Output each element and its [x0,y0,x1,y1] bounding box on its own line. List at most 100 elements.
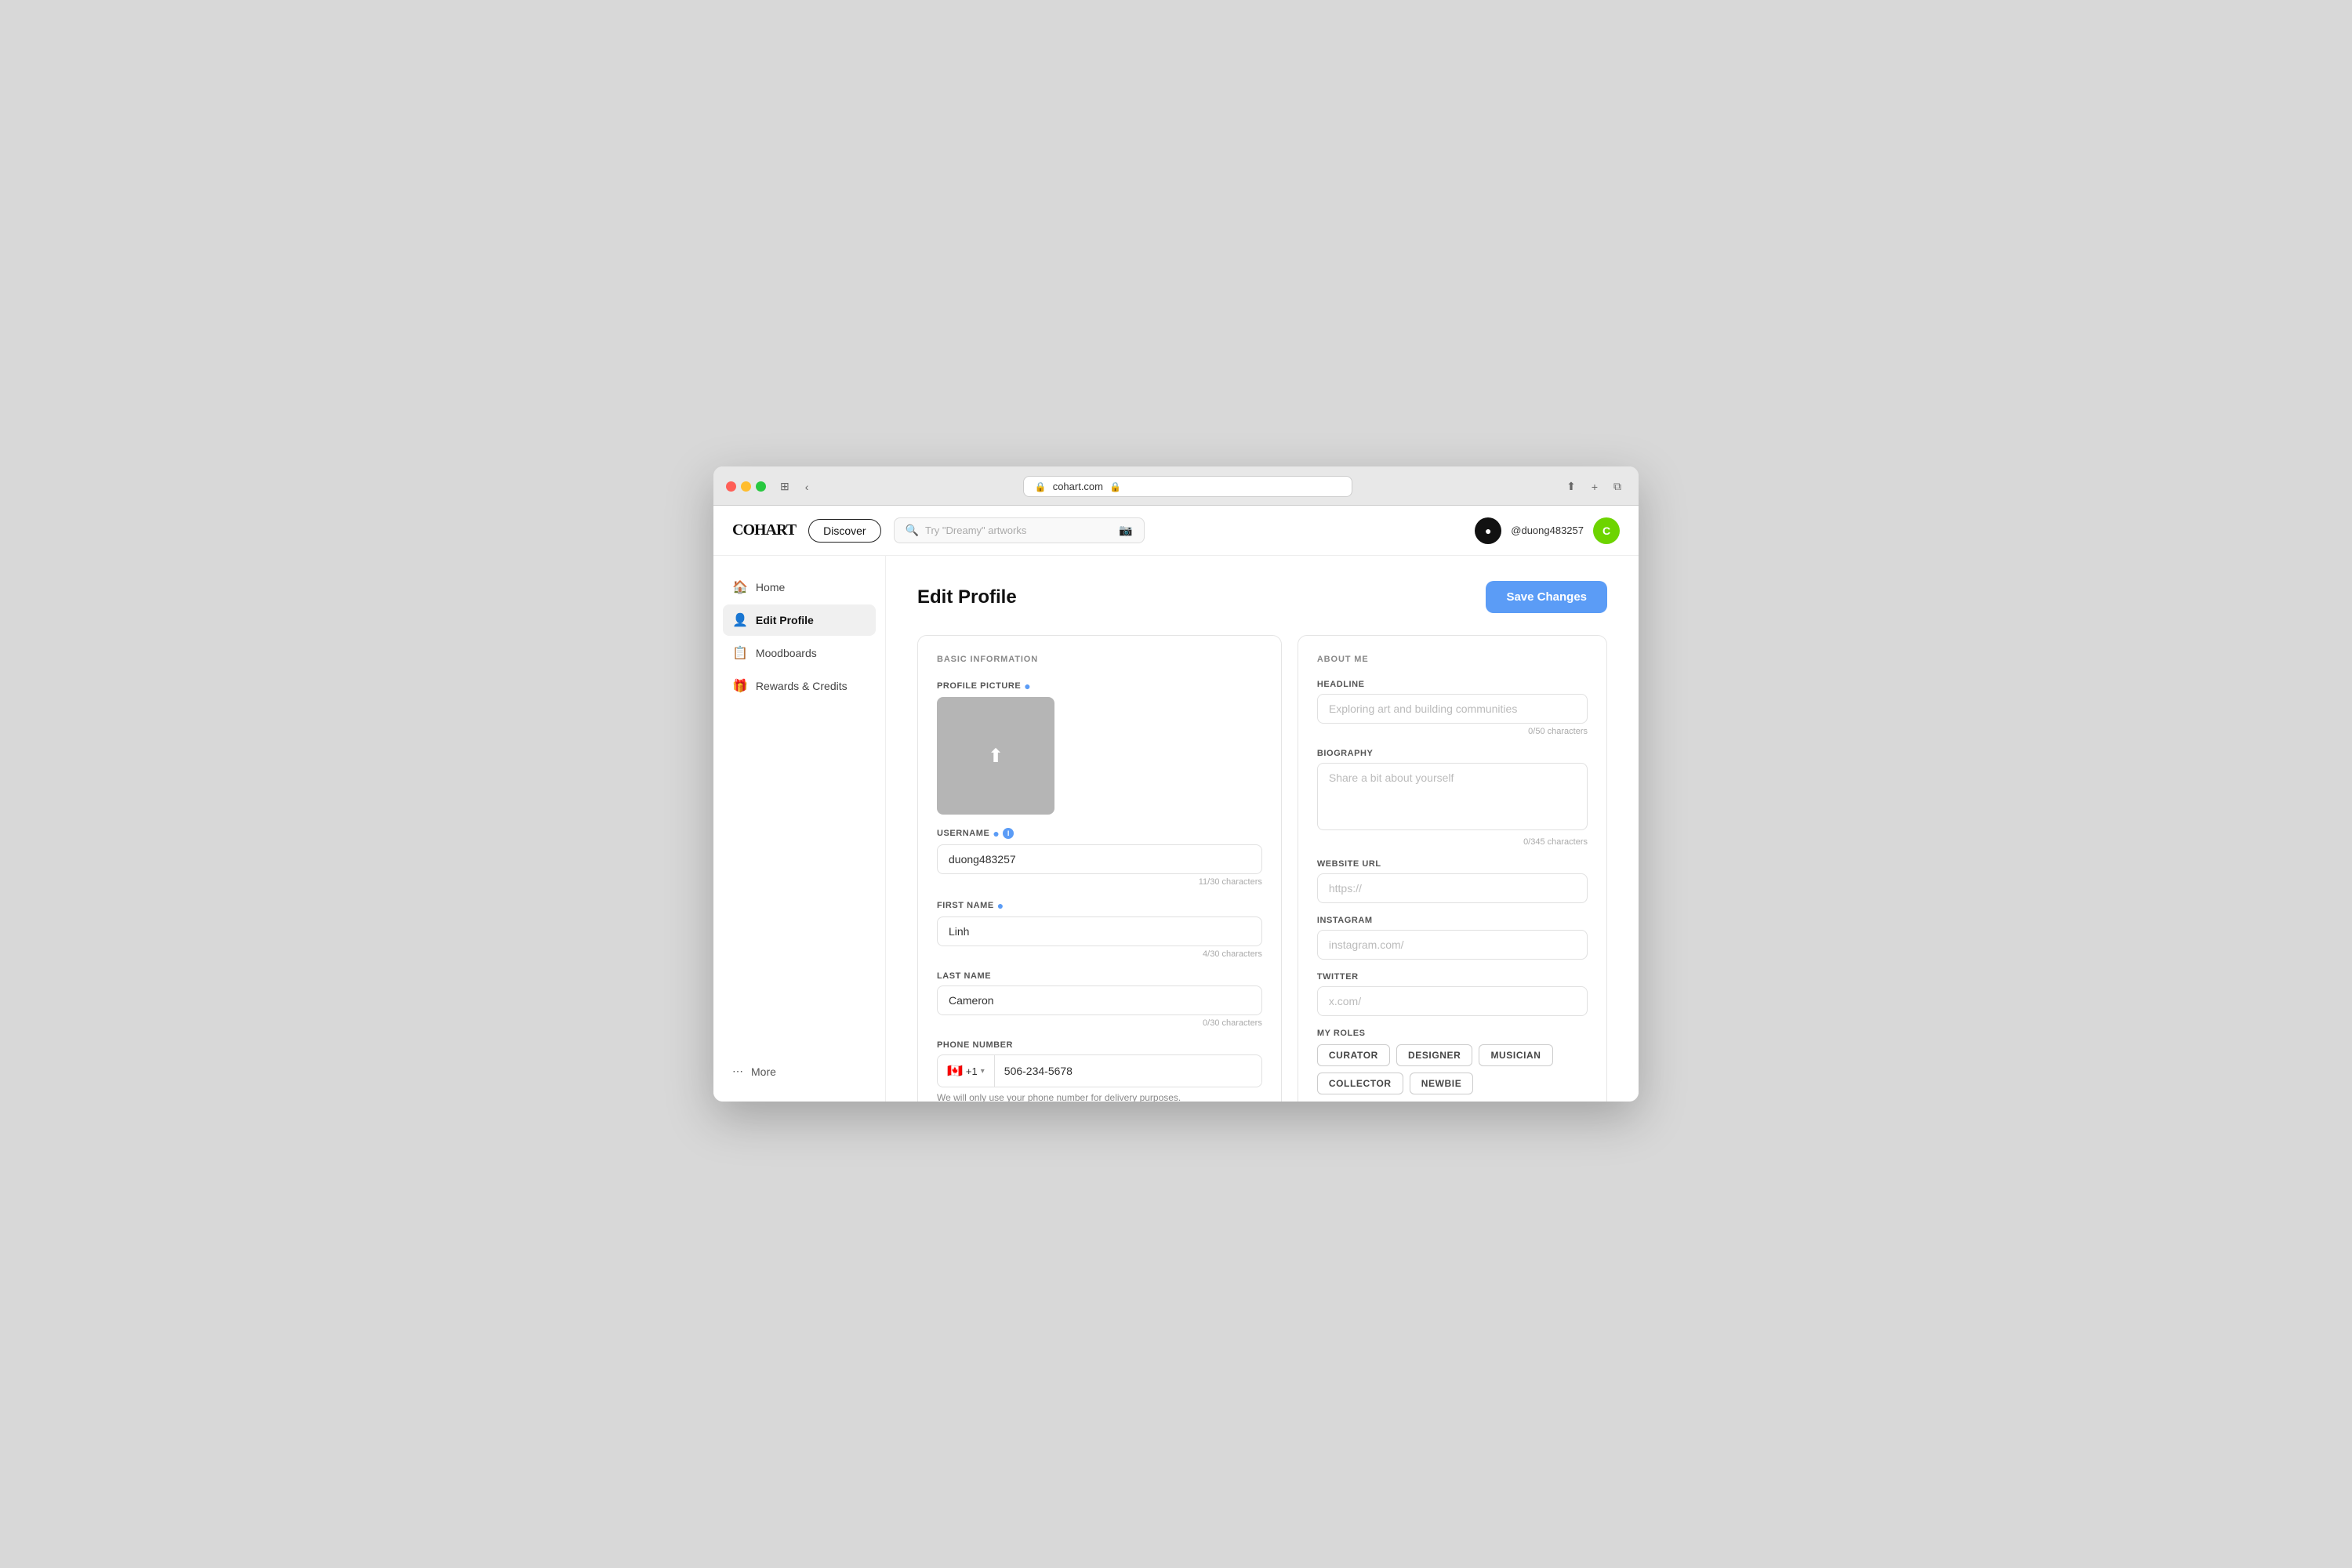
website-label: WEBSITE URL [1317,859,1588,869]
more-label: More [751,1065,776,1078]
role-newbie[interactable]: NEWBIE [1410,1073,1474,1094]
website-input[interactable] [1317,873,1588,903]
biography-label: BIOGRAPHY [1317,749,1588,758]
sidebar-item-edit-profile[interactable]: 👤 Edit Profile [723,604,876,636]
headline-char-count: 0/50 characters [1317,727,1588,736]
phone-input[interactable] [995,1057,1261,1085]
more-dots-icon: ⋯ [732,1065,743,1078]
role-collector[interactable]: COLLECTOR [1317,1073,1403,1094]
phone-field[interactable]: 🇨🇦 +1 ▾ [937,1054,1262,1087]
first-name-char-count: 4/30 characters [937,949,1262,959]
about-me-title: ABOUT ME [1317,655,1588,664]
notification-button[interactable]: ● [1475,517,1501,544]
maximize-button[interactable] [756,481,766,492]
favicon-icon: 🔒 [1035,481,1047,492]
sidebar-edit-profile-label: Edit Profile [756,614,814,626]
sidebar-bottom: ⋯ More [723,1057,876,1086]
back-button[interactable]: ‹ [800,479,814,495]
new-tab-button[interactable]: + [1587,479,1602,495]
app-header: COHART Discover 🔍 Try "Dreamy" artworks … [713,506,1639,556]
first-name-group: FIRST NAME ● 4/30 characters [937,899,1262,959]
page-header: Edit Profile Save Changes [917,581,1607,613]
sidebar-home-label: Home [756,581,785,593]
username-label: USERNAME ● i [937,827,1262,840]
about-me-card: ABOUT ME HEADLINE 0/50 characters BIOGRA… [1298,635,1607,1102]
phone-prefix[interactable]: 🇨🇦 +1 ▾ [938,1055,995,1087]
username-char-count: 11/30 characters [937,877,1262,887]
headline-label: HEADLINE [1317,680,1588,689]
profile-icon: 👤 [732,612,748,628]
required-dot-username: ● [993,827,1000,840]
roles-row: CURATOR DESIGNER MUSICIAN COLLECTOR NEWB… [1317,1044,1588,1094]
rewards-icon: 🎁 [732,678,748,694]
content-area: Edit Profile Save Changes BASIC INFORMAT… [886,556,1639,1102]
role-curator[interactable]: CURATOR [1317,1044,1390,1066]
home-icon: 🏠 [732,579,748,595]
profile-picture-group: PROFILE PICTURE ● ⬆ [937,680,1262,815]
tab-overview-button[interactable]: ⧉ [1609,478,1626,495]
last-name-input[interactable] [937,985,1262,1015]
profile-picture-label: PROFILE PICTURE ● [937,680,1262,692]
last-name-group: LAST NAME 0/30 characters [937,971,1262,1028]
headline-group: HEADLINE 0/50 characters [1317,680,1588,736]
phone-group: PHONE NUMBER 🇨🇦 +1 ▾ We will only use yo… [937,1040,1262,1102]
sidebar: 🏠 Home 👤 Edit Profile 📋 Moodboards 🎁 Rew… [713,556,886,1102]
instagram-input[interactable] [1317,930,1588,960]
username-info-icon: i [1003,828,1014,839]
more-button[interactable]: ⋯ More [723,1057,876,1086]
headline-input[interactable] [1317,694,1588,724]
upload-icon: ⬆ [988,745,1004,768]
sidebar-toggle-button[interactable]: ⊞ [775,478,794,495]
bell-icon: ● [1485,524,1491,537]
roles-label: MY ROLES [1317,1029,1588,1038]
sidebar-item-rewards[interactable]: 🎁 Rewards & Credits [723,670,876,702]
phone-label: PHONE NUMBER [937,1040,1262,1050]
address-bar[interactable]: 🔒 cohart.com 🔒 [1023,476,1352,497]
save-changes-button[interactable]: Save Changes [1486,581,1607,613]
instagram-group: INSTAGRAM [1317,916,1588,960]
search-bar[interactable]: 🔍 Try "Dreamy" artworks 📷 [894,517,1145,543]
share-button[interactable]: ⬆ [1562,478,1581,495]
camera-icon[interactable]: 📷 [1119,524,1132,537]
role-designer[interactable]: DESIGNER [1396,1044,1472,1066]
role-musician[interactable]: MUSICIAN [1479,1044,1552,1066]
url-display: cohart.com [1053,481,1103,492]
twitter-input[interactable] [1317,986,1588,1016]
search-icon: 🔍 [906,524,919,537]
moodboards-icon: 📋 [732,645,748,661]
traffic-lights [726,481,766,492]
sidebar-moodboards-label: Moodboards [756,647,817,659]
sidebar-rewards-label: Rewards & Credits [756,680,848,692]
chrome-actions: ⬆ + ⧉ [1562,478,1626,495]
biography-input[interactable] [1317,763,1588,830]
sidebar-item-moodboards[interactable]: 📋 Moodboards [723,637,876,669]
basic-info-card: BASIC INFORMATION PROFILE PICTURE ● ⬆ [917,635,1282,1102]
browser-chrome: ⊞ ‹ 🔒 cohart.com 🔒 ⬆ + ⧉ [713,466,1639,506]
minimize-button[interactable] [741,481,751,492]
page-title: Edit Profile [917,586,1017,608]
phone-note: We will only use your phone number for d… [937,1092,1262,1102]
header-right: ● @duong483257 C [1475,517,1620,544]
sidebar-item-home[interactable]: 🏠 Home [723,572,876,603]
app-logo: COHART [732,521,796,539]
profile-picture-upload[interactable]: ⬆ [937,697,1054,815]
required-dot: ● [1024,680,1031,692]
address-bar-wrapper: 🔒 cohart.com 🔒 [822,476,1552,497]
avatar-button[interactable]: C [1593,517,1620,544]
basic-info-title: BASIC INFORMATION [937,655,1262,664]
last-name-char-count: 0/30 characters [937,1018,1262,1028]
twitter-group: TWITTER [1317,972,1588,1016]
canada-flag: 🇨🇦 [947,1063,963,1079]
twitter-label: TWITTER [1317,972,1588,982]
username-input[interactable] [937,844,1262,874]
last-name-label: LAST NAME [937,971,1262,981]
two-col-layout: BASIC INFORMATION PROFILE PICTURE ● ⬆ [917,635,1607,1102]
app-wrapper: COHART Discover 🔍 Try "Dreamy" artworks … [713,506,1639,1102]
close-button[interactable] [726,481,736,492]
dropdown-arrow-icon: ▾ [981,1067,985,1076]
discover-button[interactable]: Discover [808,519,880,543]
first-name-input[interactable] [937,916,1262,946]
username-display: @duong483257 [1511,524,1584,536]
search-placeholder: Try "Dreamy" artworks [925,524,1026,536]
lock-icon: 🔒 [1109,481,1121,492]
